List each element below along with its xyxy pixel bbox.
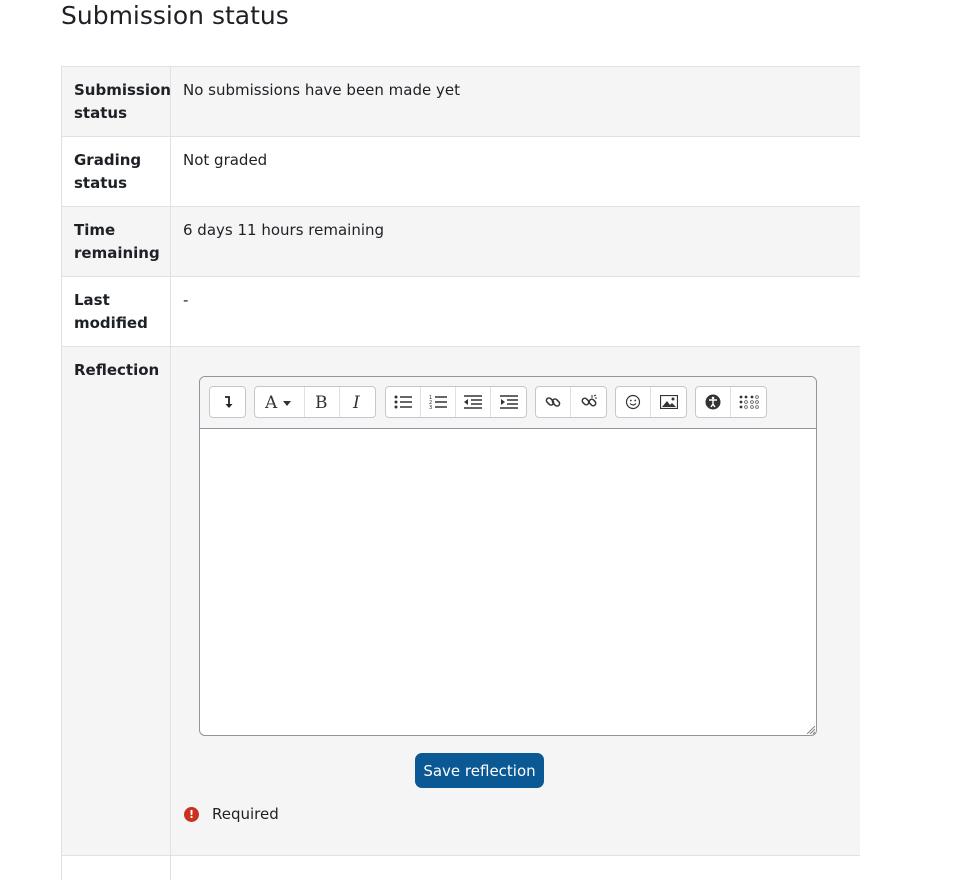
- required-indicator: ! Required: [184, 805, 279, 823]
- toolbar-group-media: [615, 386, 687, 418]
- row-header-time-remaining: Time remaining: [61, 207, 171, 276]
- table-row: Grading status Not graded: [61, 137, 860, 207]
- svg-text:B: B: [315, 394, 328, 410]
- row-header-grading-status: Grading status: [61, 137, 171, 206]
- required-text: Required: [212, 805, 279, 823]
- toolbar-group-style: A B I: [254, 386, 376, 418]
- font-style-icon[interactable]: A: [255, 387, 305, 417]
- svg-text:3: 3: [429, 405, 432, 410]
- screen-reader-helper-icon[interactable]: [731, 387, 766, 417]
- collapse-icon[interactable]: [210, 387, 245, 417]
- toolbar-group-lists: 123: [385, 386, 527, 418]
- ordered-list-icon[interactable]: 123: [421, 387, 456, 417]
- row-value-time-remaining: 6 days 11 hours remaining: [183, 221, 385, 239]
- reflection-editor: A B I 123: [199, 376, 817, 736]
- page-title: Submission status: [61, 1, 289, 30]
- outdent-icon[interactable]: [456, 387, 491, 417]
- row-header-submission-status: Submission status: [61, 67, 171, 136]
- table-row: Last modified -: [61, 277, 860, 347]
- toolbar-group-links: [535, 386, 607, 418]
- link-icon[interactable]: [536, 387, 571, 417]
- table-row: Submission status No submissions have be…: [61, 67, 860, 137]
- image-icon[interactable]: [651, 387, 686, 417]
- table-row: Time remaining 6 days 11 hours remaining: [61, 207, 860, 277]
- svg-text:I: I: [352, 394, 360, 410]
- row-header-reflection: Reflection: [61, 347, 171, 855]
- toolbar-group-accessibility: [695, 386, 767, 418]
- unordered-list-icon[interactable]: [386, 387, 421, 417]
- editor-content-area[interactable]: [200, 429, 816, 735]
- unlink-icon[interactable]: [571, 387, 606, 417]
- save-reflection-button[interactable]: Save reflection: [415, 753, 544, 788]
- exclamation-circle-icon: !: [184, 806, 199, 822]
- row-header-empty: [61, 856, 171, 880]
- row-value-submission-status: No submissions have been made yet: [183, 81, 460, 99]
- table-row: [61, 856, 860, 880]
- submission-status-table: Submission status No submissions have be…: [61, 66, 860, 880]
- row-value-grading-status: Not graded: [183, 151, 268, 169]
- row-header-last-modified: Last modified: [61, 277, 171, 346]
- accessibility-checker-icon[interactable]: [696, 387, 731, 417]
- row-value-last-modified: -: [183, 291, 189, 309]
- resize-handle-icon[interactable]: [807, 726, 815, 734]
- editor-toolbar: A B I 123: [200, 377, 816, 429]
- toolbar-group-collapse: [209, 386, 246, 418]
- row-value-empty: [171, 856, 860, 880]
- italic-icon[interactable]: I: [340, 387, 375, 417]
- emoji-icon[interactable]: [616, 387, 651, 417]
- svg-text:A: A: [265, 394, 278, 410]
- indent-icon[interactable]: [491, 387, 526, 417]
- bold-icon[interactable]: B: [305, 387, 340, 417]
